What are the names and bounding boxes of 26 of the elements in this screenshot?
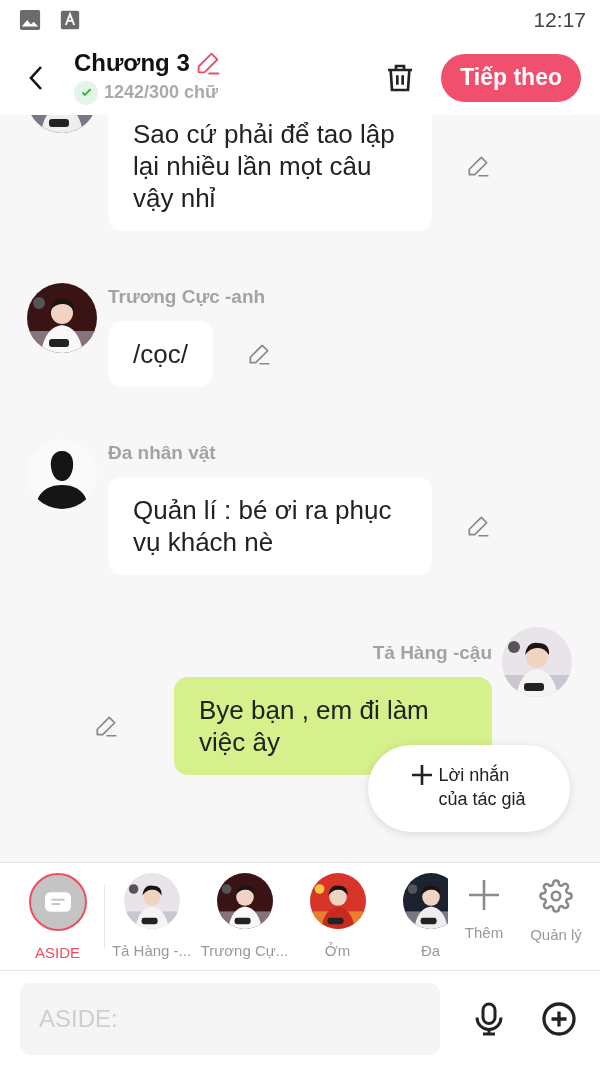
chapter-title: Chương 3 <box>74 49 190 77</box>
message-bubble: Quản lí : bé ơi ra phục vụ khách nè <box>108 477 432 575</box>
add-circle-icon[interactable] <box>541 1001 577 1037</box>
image-icon <box>19 9 41 31</box>
clock: 12:17 <box>533 7 586 34</box>
character-tab[interactable]: Tả Hàng -... <box>105 863 198 970</box>
edit-icon[interactable] <box>93 713 119 739</box>
back-icon[interactable] <box>29 64 43 91</box>
next-button[interactable]: Tiếp theo <box>441 53 581 102</box>
character-tab[interactable]: Trương Cự... <box>198 863 291 970</box>
word-count: 1242/300 chữ <box>104 81 219 104</box>
plus-icon <box>412 765 433 785</box>
edit-icon[interactable] <box>465 153 491 179</box>
edit-icon[interactable] <box>465 513 491 539</box>
character-tab[interactable]: Ởm <box>291 863 384 970</box>
message-bubble: Sao cứ phải để tao lập lại nhiều lần mọt câu vậy nhỉ <box>108 115 432 231</box>
message-bubble: /cọc/ <box>108 321 213 387</box>
message-icon <box>44 892 71 912</box>
character-name: Trương Cực -anh <box>108 285 266 309</box>
character-name: Đa nhân vật <box>108 441 216 465</box>
settings-icon <box>539 879 573 913</box>
author-note-button[interactable]: Lời nhắn của tác giả <box>368 745 570 832</box>
plus-icon <box>468 879 500 911</box>
character-tab[interactable]: ASIDE <box>11 863 104 970</box>
font-icon <box>60 10 80 30</box>
character-name: Tả Hàng -cậu <box>372 641 492 665</box>
